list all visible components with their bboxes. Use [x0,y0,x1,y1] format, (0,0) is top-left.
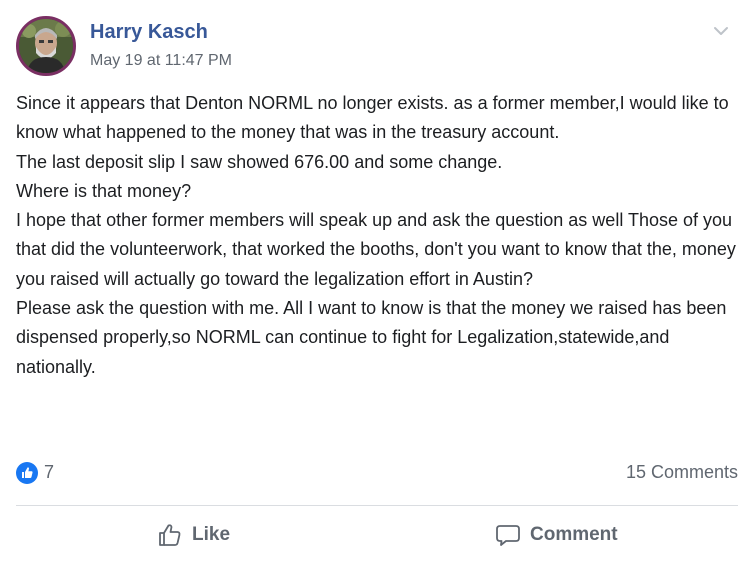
chevron-down-icon[interactable] [712,24,730,38]
facebook-post: Harry Kasch May 19 at 11:47 PM Since it … [0,0,750,562]
like-button[interactable]: Like [156,512,230,558]
comment-label: Comment [530,524,618,545]
avatar[interactable] [16,16,76,76]
comment-button[interactable]: Comment [494,512,618,558]
post-actions: Like Comment [16,512,738,558]
post-body-line: Where is that money? [16,180,192,201]
post-body: Since it appears that Denton NORML no lo… [16,89,740,382]
thumbs-up-icon[interactable] [16,462,38,484]
divider [16,505,738,506]
post-timestamp[interactable]: May 19 at 11:47 PM [90,52,232,70]
avatar-image [19,19,73,73]
like-count[interactable]: 7 [44,462,54,483]
like-label: Like [192,524,231,545]
post-body-line: Please ask the question with me. All I w… [16,298,727,377]
post-body-line: Since it appears that Denton NORML no lo… [16,93,729,143]
thumbs-up-outline-icon [156,521,184,549]
post-body-line: The last deposit slip I saw showed 676.0… [16,151,503,172]
post-header: Harry Kasch May 19 at 11:47 PM [16,14,734,80]
comment-count[interactable]: 15 Comments [626,462,738,483]
speech-bubble-icon [494,521,522,549]
author-name[interactable]: Harry Kasch [90,21,208,44]
post-stats: 7 15 Comments [16,458,738,488]
post-body-line: I hope that other former members will sp… [16,210,736,289]
